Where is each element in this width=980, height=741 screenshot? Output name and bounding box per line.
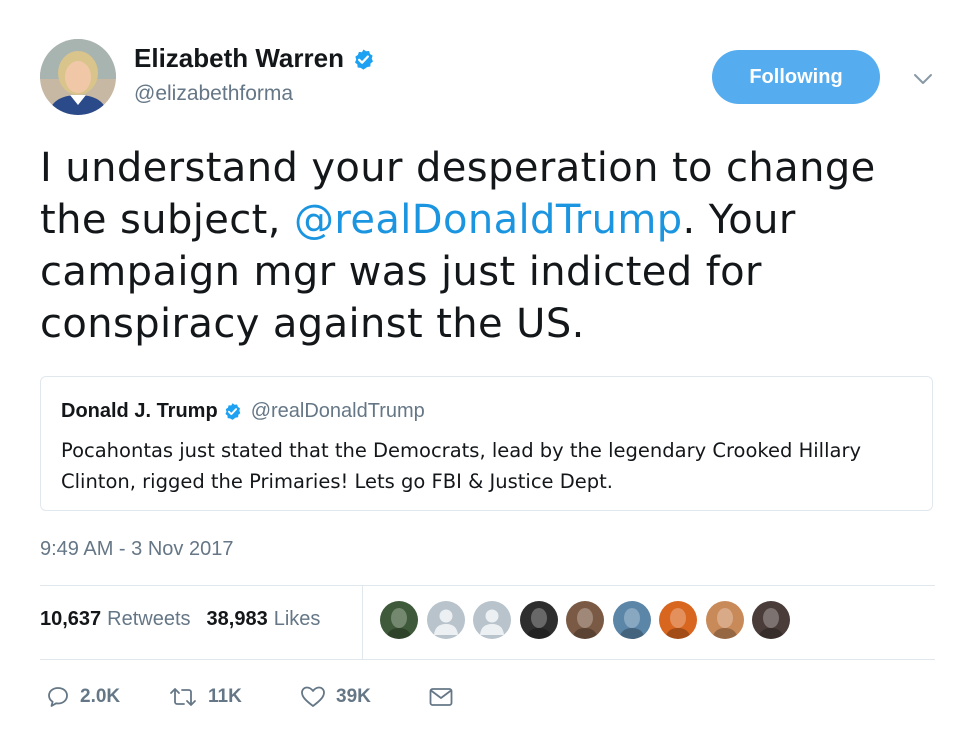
liker-avatar[interactable] (380, 601, 418, 639)
retweet-button[interactable]: 11K (168, 685, 242, 709)
mention-link[interactable]: @realDonaldTrump (294, 197, 683, 243)
liker-avatar[interactable] (752, 601, 790, 639)
liker-avatar[interactable] (566, 601, 604, 639)
likes-stat[interactable]: 38,983 Likes (207, 608, 321, 631)
retweet-icon (170, 688, 196, 706)
tweet-stats: 10,637 Retweets 38,983 Likes (40, 608, 320, 631)
quoted-author-handle: @realDonaldTrump (250, 400, 425, 422)
quoted-author-name: Donald J. Trump (61, 400, 218, 422)
liker-avatar[interactable] (659, 601, 697, 639)
default-avatar-icon (433, 609, 458, 635)
author-avatar[interactable] (40, 39, 116, 115)
likes-label: Likes (273, 608, 321, 630)
quoted-tweet-text: Pocahontas just stated that the Democrat… (61, 439, 861, 493)
retweets-stat[interactable]: 10,637 Retweets (40, 608, 191, 631)
following-button[interactable]: Following (712, 50, 880, 104)
envelope-icon (429, 688, 453, 706)
retweet-count: 11K (208, 686, 242, 707)
like-button[interactable]: 39K (300, 685, 371, 709)
verified-badge-icon (352, 47, 375, 70)
photo-avatar-icon (386, 608, 412, 639)
retweets-label: Retweets (107, 608, 191, 630)
heart-icon (301, 686, 325, 707)
photo-avatar-icon (618, 608, 645, 639)
reply-count: 2.0K (80, 686, 121, 707)
photo-avatar-icon (525, 608, 552, 639)
profile-photo-icon (40, 39, 116, 115)
reply-icon (48, 687, 68, 707)
quoted-tweet-header: Donald J. Trump @realDonaldTrump (61, 400, 425, 423)
liker-avatar[interactable] (612, 601, 651, 639)
chevron-down-icon[interactable] (910, 66, 936, 92)
tweet-text: I understand your desperation to change … (40, 142, 940, 350)
reply-button[interactable]: 2.0K (46, 685, 120, 709)
photo-avatar-icon (572, 608, 598, 639)
liker-avatar[interactable] (705, 601, 744, 639)
author-handle[interactable]: @elizabethforma (134, 82, 293, 106)
divider (40, 659, 935, 660)
liker-avatars (380, 601, 799, 639)
verified-badge-icon (223, 402, 242, 421)
likes-count: 38,983 (206, 608, 268, 630)
stats-divider (362, 586, 363, 659)
liker-avatar[interactable] (519, 601, 558, 639)
default-avatar-icon (480, 609, 504, 635)
tweet-timestamp[interactable]: 9:49 AM - 3 Nov 2017 (40, 538, 233, 561)
like-count: 39K (336, 686, 371, 707)
divider (40, 585, 935, 586)
liker-avatar[interactable] (473, 601, 511, 639)
liker-avatar[interactable] (426, 601, 465, 639)
retweets-count: 10,637 (40, 608, 102, 630)
photo-avatar-icon (665, 608, 691, 639)
direct-message-button[interactable] (428, 685, 454, 709)
author-name[interactable]: Elizabeth Warren (134, 43, 375, 74)
author-name-text: Elizabeth Warren (134, 43, 344, 73)
photo-avatar-icon (758, 608, 784, 639)
photo-avatar-icon (711, 608, 738, 639)
quoted-tweet-card[interactable]: Donald J. Trump @realDonaldTrump Pocahon… (40, 376, 933, 511)
